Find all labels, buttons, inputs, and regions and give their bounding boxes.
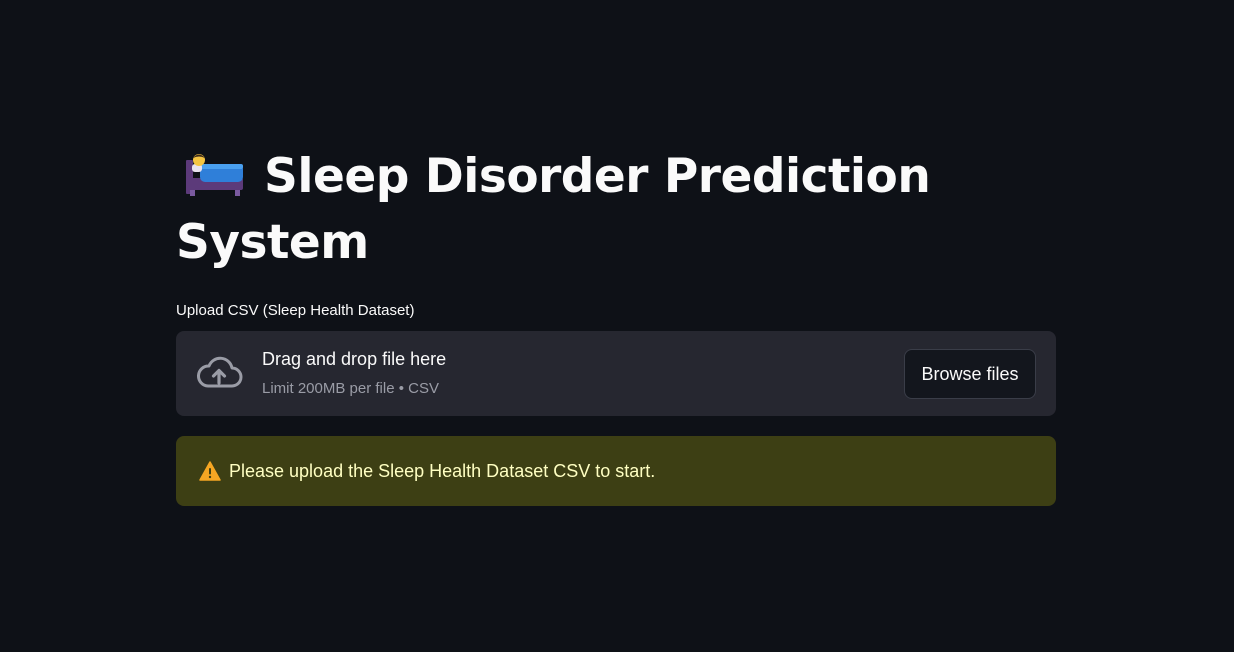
dropzone-title: Drag and drop file here [262, 349, 447, 369]
warning-message: Please upload the Sleep Health Dataset C… [229, 461, 656, 481]
warning-icon [199, 461, 221, 481]
file-dropzone[interactable]: Drag and drop file here Limit 200MB per … [176, 331, 1056, 416]
upload-label: Upload CSV (Sleep Health Dataset) [176, 302, 415, 319]
bed-icon [186, 154, 243, 196]
warning-alert: Please upload the Sleep Health Dataset C… [176, 436, 1056, 506]
dropzone-limit-text: Limit 200MB per file • CSV [262, 380, 439, 397]
browse-files-button[interactable]: Browse files [904, 349, 1036, 399]
cloud-upload-icon [197, 356, 243, 388]
page-title: Sleep Disorder Prediction System [176, 144, 1056, 276]
page-title-text: Sleep Disorder Prediction System [176, 149, 931, 270]
